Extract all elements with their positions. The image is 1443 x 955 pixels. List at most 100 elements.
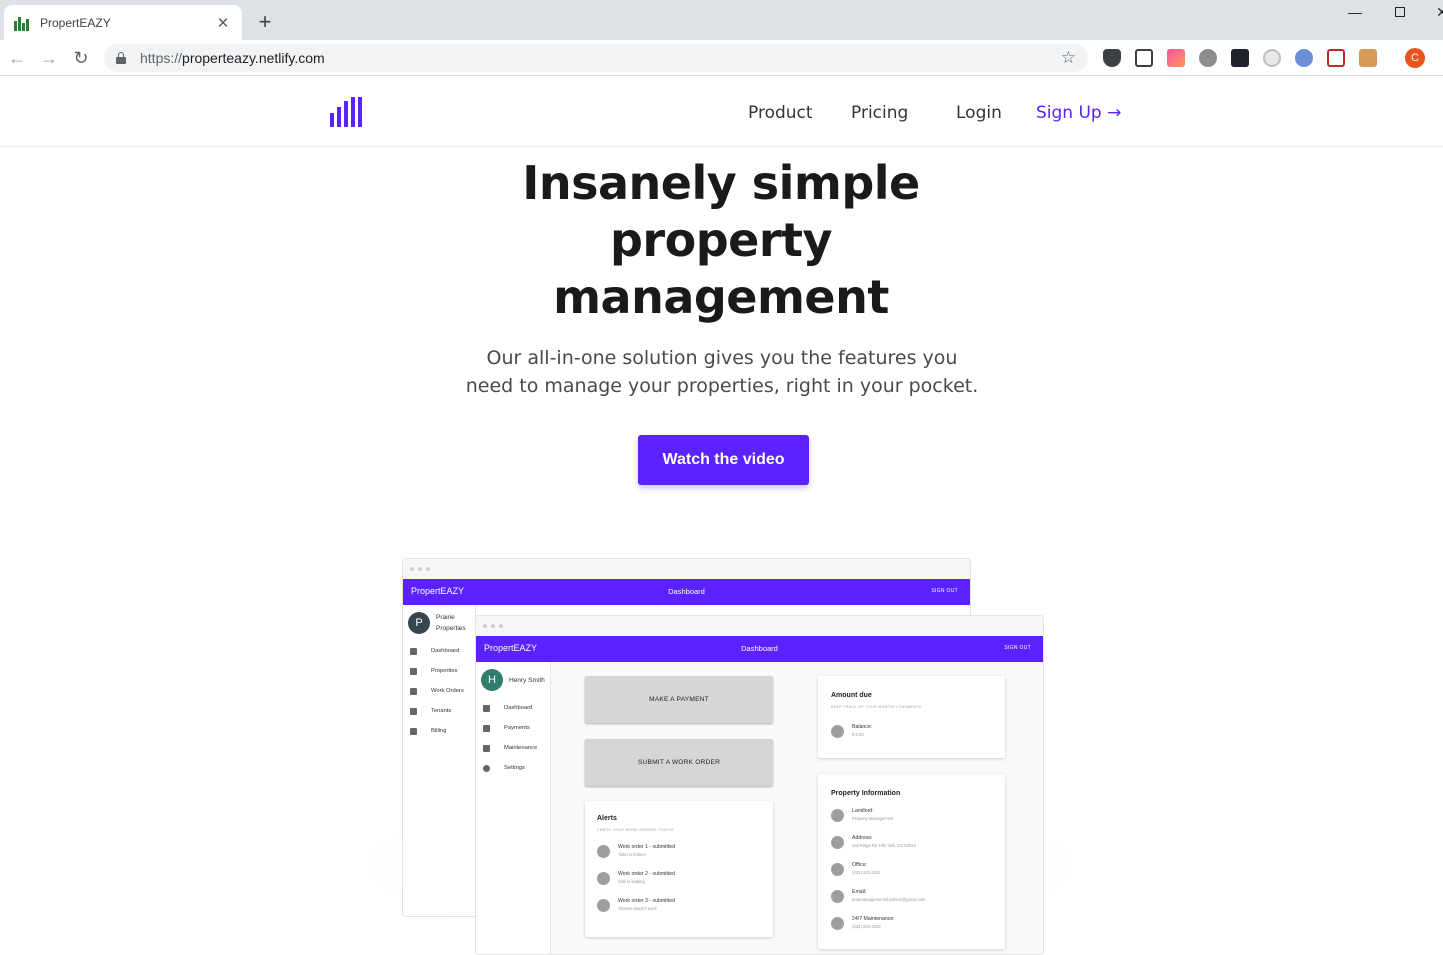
react-devtools-icon[interactable] [1231,49,1249,67]
mail-icon [831,889,844,903]
mock-menu-item: Dashboard [476,698,550,718]
site-favicon-icon [14,15,30,31]
balance-row: Balance: $ 0.00 [831,724,992,738]
wrench-icon [597,898,610,912]
wallet-icon [831,724,844,738]
gear-icon [483,764,490,772]
building-icon [410,667,417,675]
address-bar[interactable]: https://properteazy.netlify.com ☆ [104,44,1088,72]
back-button[interactable]: ← [6,47,28,69]
tomato-icon[interactable] [1199,49,1217,67]
mock-username: Henry Smith [509,676,545,684]
mock-appbar: PropertEAZY Dashboard SIGN OUT [476,636,1043,662]
hero-title: Insanely simple property management [522,156,920,324]
clipboard-icon [410,687,417,695]
amount-due-subtitle: KEEP TRACK OF YOUR MONTHLY PAYMENTS [831,705,922,709]
browser-tab[interactable]: PropertEAZY ✕ [4,5,242,40]
mock-signout: SIGN OUT [1004,645,1031,651]
hero-subtitle: Our all-in-one solution gives you the fe… [465,347,979,397]
screenshot-icon[interactable] [1135,49,1153,67]
mock-menu-item: Tenants [403,701,475,721]
site-header: Product Pricing Login Sign Up → [0,77,1443,147]
info-icon[interactable] [1295,49,1313,67]
alert-item: Work order 2 - submitted Sink is leaking [597,871,761,885]
color-icon[interactable] [1167,49,1185,67]
phone-icon [831,862,844,876]
avatar: P [408,612,430,634]
window-close-button[interactable]: ✕ [1427,4,1443,21]
mock-menu-item: Billing [403,721,475,741]
browser-toolbar: ← → ↻ https://properteazy.netlify.com ☆ … [0,40,1443,76]
nav-signup-link[interactable]: Sign Up → [1036,103,1121,123]
mock-menu-item: Maintenance [476,738,550,758]
mock-appbar: PropertEAZY Dashboard SIGN OUT [403,579,970,605]
mock-alerts-card: Alerts CHECK YOUR WORK ORDERS STATUS Wor… [585,801,773,937]
dashboard-icon [483,704,490,712]
alerts-title: Alerts [597,815,617,822]
mock-user: H Henry Smith [476,662,550,698]
new-tab-button[interactable]: + [255,9,275,35]
mock-menu-item: Properties [403,661,475,681]
site-logo[interactable] [330,97,364,127]
nav-pricing-link[interactable]: Pricing [851,103,908,123]
nav-product-link[interactable]: Product [748,103,813,123]
info-item: Landlord: Property Management [831,808,992,822]
avatar: H [481,669,503,691]
browser-tab-strip: PropertEAZY ✕ + — ✕ [0,0,1443,40]
notes-icon[interactable] [1359,49,1377,67]
info-item: Office: (432) 222-3432 [831,862,992,876]
mock-signout: SIGN OUT [931,588,958,594]
watch-video-button[interactable]: Watch the video [638,435,809,485]
amount-due-title: Amount due [831,692,872,699]
url-text[interactable]: https://properteazy.netlify.com [140,50,1061,66]
dashboard-icon [410,647,417,655]
mock-property-info-card: Property Information Landlord: Property M… [818,774,1005,949]
alert-item: Work order 1 - submitted Toilet is broken [597,844,761,858]
mock-make-payment-button: MAKE A PAYMENT [585,676,773,723]
mock-menu-item: Payments [476,718,550,738]
person-icon [831,808,844,822]
info-item: Address: Vail Ridge Rd 106, Vail, CO 5202… [831,835,992,849]
mock-page-title: Dashboard [741,644,778,653]
wrench-icon [483,744,490,752]
phone-icon [831,916,844,930]
tab-title: PropertEAZY [40,15,111,30]
alert-item: Work order 3 - submitted Shower doesn't w… [597,898,761,912]
shield-icon[interactable] [1327,49,1345,67]
wrench-icon [597,844,610,858]
maximize-icon [1395,7,1405,17]
card-icon [410,727,417,735]
pocket-icon[interactable] [1103,49,1121,67]
mock-user: P Prairie Properties [403,605,475,641]
lock-icon[interactable] [116,52,126,64]
home-icon [831,835,844,849]
people-icon [410,707,417,715]
tenant-dashboard-mockup: PropertEAZY Dashboard SIGN OUT H Henry S… [475,615,1044,955]
window-minimize-button[interactable]: — [1340,4,1370,20]
mock-page-title: Dashboard [668,587,705,596]
card-icon [483,724,490,732]
mock-menu-item: Work Orders [403,681,475,701]
property-info-title: Property Information [831,790,901,797]
window-dots [403,559,970,579]
bookmark-star-icon[interactable]: ☆ [1061,48,1076,68]
tab-close-icon[interactable]: ✕ [214,14,232,32]
mock-menu-item: Dashboard [403,641,475,661]
profile-avatar[interactable]: C [1405,48,1425,68]
reload-button[interactable]: ↻ [70,47,92,69]
mock-username: Prairie Properties [436,614,466,632]
forward-button[interactable]: → [38,47,60,69]
mock-sidebar: P Prairie Properties Dashboard Propertie… [403,605,476,916]
window-dots [476,616,1043,636]
window-maximize-button[interactable] [1385,4,1415,20]
info-item: Email: propmanagementofvailrear@gmail.com [831,889,992,903]
mock-menu-item: Settings [476,758,550,778]
nav-login-link[interactable]: Login [956,103,1002,123]
mock-sidebar: H Henry Smith Dashboard Payments Mainten… [476,662,551,954]
info-item: 24/7 Maintenance: (332) 223-4323 [831,916,992,930]
pointer-icon[interactable] [1263,49,1281,67]
mock-submit-work-order-button: SUBMIT A WORK ORDER [585,739,773,786]
mock-amount-due-card: Amount due KEEP TRACK OF YOUR MONTHLY PA… [818,676,1005,758]
alerts-subtitle: CHECK YOUR WORK ORDERS STATUS [597,828,674,832]
wrench-icon [597,871,610,885]
